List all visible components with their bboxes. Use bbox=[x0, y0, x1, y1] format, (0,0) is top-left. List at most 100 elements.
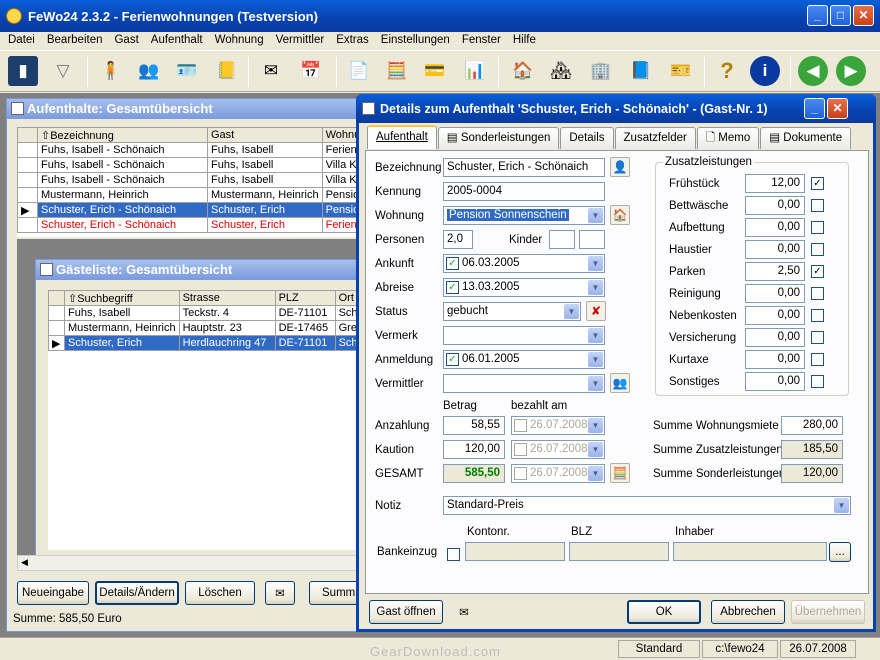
chevron-down-icon[interactable]: ▼ bbox=[588, 418, 603, 433]
zusatz-checkbox[interactable] bbox=[811, 221, 824, 234]
zusatz-checkbox[interactable] bbox=[811, 287, 824, 300]
chevron-down-icon[interactable]: ▼ bbox=[588, 352, 603, 367]
zusatz-value-field[interactable]: 0,00 bbox=[745, 372, 805, 391]
table-row[interactable]: Fuhs, Isabell - Schönaich Fuhs, Isabell Vi… bbox=[17, 157, 367, 173]
chevron-down-icon[interactable]: ▼ bbox=[588, 376, 603, 391]
browse-button[interactable]: ... bbox=[829, 542, 851, 562]
close-button[interactable]: ✕ bbox=[853, 5, 874, 26]
gesamt-paid-checkbox[interactable] bbox=[514, 467, 527, 480]
kaution-paid-date[interactable]: 26.07.2008 ▼ bbox=[511, 440, 605, 459]
ankunft-checkbox[interactable]: ✓ bbox=[446, 257, 459, 270]
bankeinzug-checkbox[interactable] bbox=[447, 548, 460, 561]
apply-button[interactable]: Übernehmen bbox=[791, 600, 865, 624]
zusatz-value-field[interactable]: 0,00 bbox=[745, 284, 805, 303]
back-arrow-icon[interactable]: ◀ bbox=[798, 56, 828, 86]
houses-plan-icon[interactable]: 🏘 bbox=[546, 56, 576, 86]
notiz-select[interactable]: Standard-Preis ▼ bbox=[443, 496, 851, 515]
zusatz-value-field[interactable]: 0,00 bbox=[745, 306, 805, 325]
tickets-icon[interactable]: 🎫 bbox=[666, 56, 696, 86]
horizontal-scrollbar[interactable]: ◀ bbox=[17, 555, 367, 571]
table-row[interactable]: Mustermann, Heinrich Hauptstr. 23 DE-17465… bbox=[48, 320, 364, 336]
letters-button[interactable]: ✉ bbox=[451, 600, 477, 624]
zusatz-value-field[interactable]: 0,00 bbox=[745, 350, 805, 369]
kinder-field[interactable] bbox=[549, 230, 575, 249]
zusatz-checkbox[interactable]: ✓ bbox=[811, 177, 824, 190]
zusatz-checkbox[interactable] bbox=[811, 243, 824, 256]
zusatz-checkbox[interactable] bbox=[811, 309, 824, 322]
zusatz-value-field[interactable]: 0,00 bbox=[745, 218, 805, 237]
guest-icon[interactable]: 🧍 bbox=[96, 56, 126, 86]
status-select[interactable]: gebucht ▼ bbox=[443, 302, 581, 321]
kennung-field[interactable]: 2005-0004 bbox=[443, 182, 605, 201]
book-icon[interactable]: ▮ bbox=[8, 56, 38, 86]
chevron-down-icon[interactable]: ▼ bbox=[588, 256, 603, 271]
anmeldung-checkbox[interactable]: ✓ bbox=[446, 353, 459, 366]
menu-datei[interactable]: Datei bbox=[2, 34, 41, 46]
ankunft-date[interactable]: ✓ 06.03.2005 ▼ bbox=[443, 254, 605, 273]
menu-einstellungen[interactable]: Einstellungen bbox=[375, 34, 456, 46]
report-icon[interactable]: 📊 bbox=[460, 56, 490, 86]
tab-aufenthalt[interactable]: Aufenthalt bbox=[367, 125, 437, 149]
column-header[interactable]: ⇧Suchbegriff bbox=[64, 290, 180, 306]
personen-field[interactable]: 2,0 bbox=[443, 230, 473, 249]
guest-lookup-button[interactable]: 👤 bbox=[610, 157, 630, 177]
table-row[interactable]: Schuster, Erich - Schönaich Schuster, Eri… bbox=[17, 217, 367, 233]
aufenthalte-grid[interactable]: ⇧Bezeichnung Gast Wohnu Fuhs, Isabell - Sc… bbox=[17, 127, 367, 237]
tab-dokumente[interactable]: ▤ Dokumente bbox=[760, 127, 852, 149]
column-header[interactable]: Gast bbox=[207, 127, 323, 143]
info-icon[interactable]: i bbox=[750, 56, 780, 86]
table-row-selected[interactable]: ▶ Schuster, Erich - Schönaich Schuster, Er… bbox=[17, 202, 367, 218]
kaution-paid-checkbox[interactable] bbox=[514, 443, 527, 456]
abreise-checkbox[interactable]: ✓ bbox=[446, 281, 459, 294]
zusatz-checkbox[interactable] bbox=[811, 375, 824, 388]
apartment-book-icon[interactable]: 📘 bbox=[626, 56, 656, 86]
table-row[interactable]: Fuhs, Isabell - Schönaich Fuhs, Isabell Fe… bbox=[17, 142, 367, 158]
vermittler-lookup-button[interactable]: 👥 bbox=[610, 373, 630, 393]
column-header[interactable]: Strasse bbox=[178, 290, 276, 306]
table-row[interactable]: Fuhs, Isabell Teckstr. 4 DE-71101 Schö bbox=[48, 305, 364, 321]
blz-field[interactable] bbox=[569, 542, 669, 561]
column-header[interactable]: PLZ bbox=[274, 290, 336, 306]
apartment-lookup-button[interactable]: 🏠 bbox=[610, 205, 630, 225]
anmeldung-date[interactable]: ✓ 06.01.2005 ▼ bbox=[443, 350, 605, 369]
menu-fenster[interactable]: Fenster bbox=[456, 34, 507, 46]
menu-vermittler[interactable]: Vermittler bbox=[270, 34, 331, 46]
tab-zusatzfelder[interactable]: Zusatzfelder bbox=[614, 127, 696, 149]
gaeste-grid[interactable]: ⇧Suchbegriff Strasse PLZ Ort Fuhs, Isabell T… bbox=[48, 290, 364, 550]
ok-button[interactable]: OK bbox=[627, 600, 701, 624]
column-header[interactable]: ⇧Bezeichnung bbox=[37, 127, 208, 143]
zusatz-checkbox[interactable] bbox=[811, 353, 824, 366]
calculator-button[interactable]: 🧮 bbox=[610, 463, 630, 483]
menu-bearbeiten[interactable]: Bearbeiten bbox=[41, 34, 109, 46]
anzahlung-paid-date[interactable]: 26.07.2008 ▼ bbox=[511, 416, 605, 435]
chevron-down-icon[interactable]: ▼ bbox=[588, 328, 603, 343]
menu-aufenthalt[interactable]: Aufenthalt bbox=[145, 34, 209, 46]
guest-book-icon[interactable]: 📒 bbox=[212, 56, 242, 86]
scroll-left-icon[interactable]: ◀ bbox=[21, 557, 28, 568]
table-row-selected[interactable]: ▶ Schuster, Erich Herdlauchring 47 DE-71101… bbox=[48, 335, 364, 351]
zusatz-value-field[interactable]: 0,00 bbox=[745, 328, 805, 347]
guest-card-icon[interactable]: 🪪 bbox=[172, 56, 202, 86]
abreise-date[interactable]: ✓ 13.03.2005 ▼ bbox=[443, 278, 605, 297]
chevron-down-icon[interactable]: ▼ bbox=[588, 208, 603, 223]
card-icon[interactable]: 💳 bbox=[420, 56, 450, 86]
new-entry-button[interactable]: Neueingabe bbox=[17, 581, 89, 605]
details-close-button[interactable]: ✕ bbox=[827, 98, 848, 119]
menu-hilfe[interactable]: Hilfe bbox=[507, 34, 542, 46]
zusatz-value-field[interactable]: 2,50 bbox=[745, 262, 805, 281]
delete-button[interactable]: Löschen bbox=[185, 581, 255, 605]
details-button[interactable]: Details/Ändern bbox=[95, 581, 179, 605]
anzahlung-paid-checkbox[interactable] bbox=[514, 419, 527, 432]
tab-sonderleistungen[interactable]: ▤ Sonderleistungen bbox=[437, 127, 560, 149]
kontonr-field[interactable] bbox=[465, 542, 565, 561]
document-icon[interactable]: 📄 bbox=[344, 56, 374, 86]
gesamt-paid-date[interactable]: 26.07.2008 ▼ bbox=[511, 464, 605, 483]
calculator-icon[interactable]: 🧮 bbox=[382, 56, 412, 86]
wohnung-select[interactable]: Pension Sonnenschein ▼ bbox=[443, 206, 605, 225]
chevron-down-icon[interactable]: ▼ bbox=[588, 280, 603, 295]
table-row[interactable]: Mustermann, Heinrich Mustermann, Heinrich… bbox=[17, 187, 367, 203]
menu-gast[interactable]: Gast bbox=[108, 34, 144, 46]
chevron-down-icon[interactable]: ▼ bbox=[834, 498, 849, 513]
kaution-field[interactable]: 120,00 bbox=[443, 440, 505, 459]
guests-icon[interactable]: 👥 bbox=[134, 56, 164, 86]
